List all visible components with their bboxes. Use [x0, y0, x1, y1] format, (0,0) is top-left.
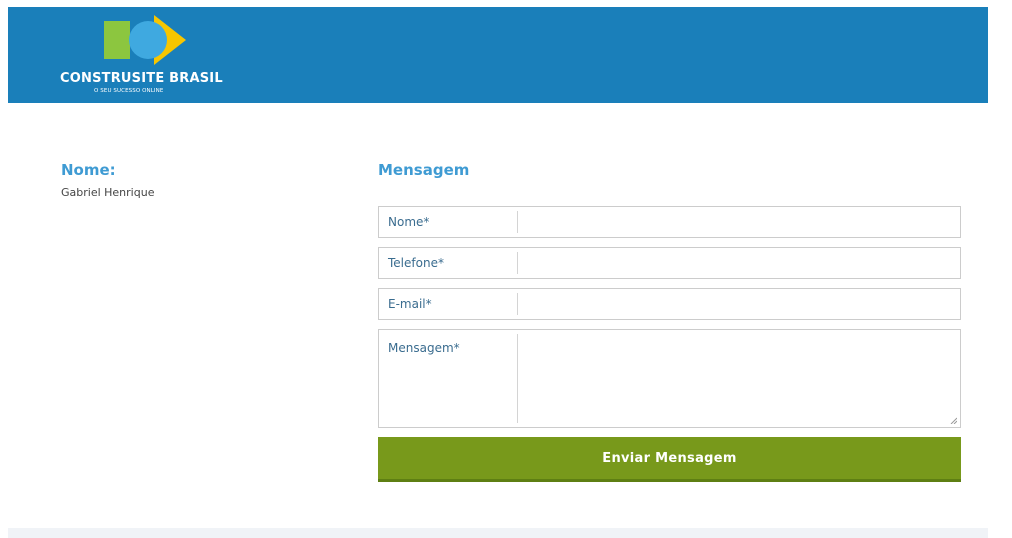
phone-input[interactable]	[519, 248, 960, 278]
field-divider	[517, 252, 518, 274]
logo-mark-icon	[104, 15, 186, 65]
message-field-label: Mensagem*	[388, 341, 460, 355]
field-divider	[517, 293, 518, 315]
client-name-value: Gabriel Henrique	[61, 186, 155, 199]
message-field: Mensagem*	[378, 329, 961, 428]
field-divider	[517, 211, 518, 233]
page: CONSTRUSITE BRASIL O SEU SUCESSO ONLINE …	[0, 0, 1012, 538]
resize-handle-icon[interactable]	[950, 417, 957, 424]
email-input[interactable]	[519, 289, 960, 319]
message-form: Mensagem Nome* Telefone* E-mail* Mensage…	[378, 160, 961, 482]
message-textarea[interactable]	[519, 330, 960, 427]
phone-field-label: Telefone*	[388, 256, 444, 270]
field-divider	[517, 334, 518, 423]
client-name-label: Nome:	[61, 161, 116, 179]
logo-title: CONSTRUSITE BRASIL	[60, 71, 223, 86]
form-title: Mensagem	[378, 161, 470, 179]
email-field-label: E-mail*	[388, 297, 432, 311]
logo-subtitle: O SEU SUCESSO ONLINE	[94, 88, 164, 94]
site-logo[interactable]: CONSTRUSITE BRASIL O SEU SUCESSO ONLINE	[60, 15, 240, 97]
name-field-label: Nome*	[388, 215, 430, 229]
email-field: E-mail*	[378, 288, 961, 320]
site-header: CONSTRUSITE BRASIL O SEU SUCESSO ONLINE	[8, 7, 988, 103]
name-input[interactable]	[519, 207, 960, 237]
client-info: Nome: Gabriel Henrique	[61, 160, 321, 200]
send-message-button[interactable]: Enviar Mensagem	[378, 437, 961, 482]
phone-field: Telefone*	[378, 247, 961, 279]
name-field: Nome*	[378, 206, 961, 238]
footer-bar	[8, 528, 988, 538]
